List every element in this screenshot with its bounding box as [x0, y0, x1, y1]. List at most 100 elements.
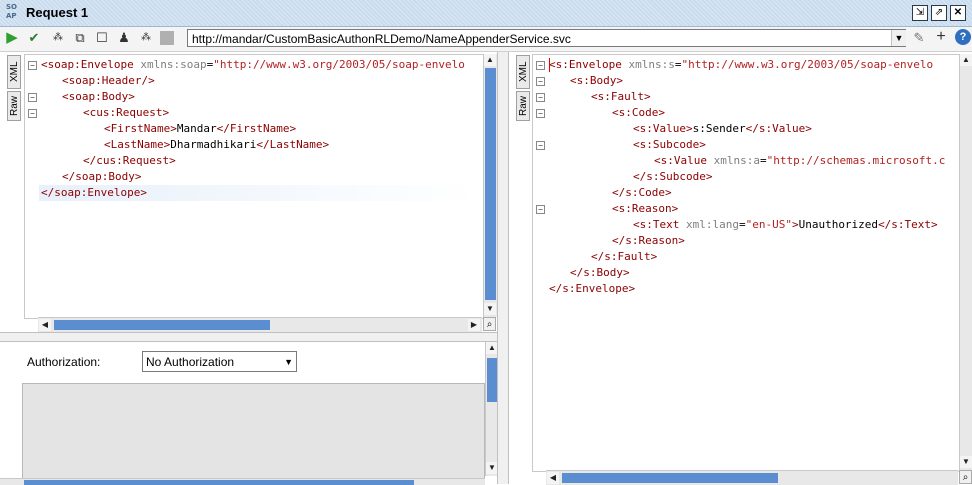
run-icon[interactable]: ▶ — [4, 30, 20, 46]
auth-hscroll-thumb[interactable] — [24, 480, 414, 485]
scroll-up-icon[interactable]: ▲ — [960, 54, 972, 66]
stop-icon[interactable]: ☐ — [94, 30, 110, 46]
scroll-down-icon[interactable]: ▼ — [960, 456, 972, 468]
xml-line: </s:Envelope> — [549, 281, 635, 297]
authorization-panel — [22, 383, 485, 480]
tab-response-xml[interactable]: XML — [516, 55, 530, 89]
square-icon[interactable] — [160, 31, 174, 45]
xml-line: <s:Subcode> — [633, 137, 706, 153]
scroll-left-icon[interactable]: ◀ — [547, 472, 559, 484]
xml-line: <soap:Envelope xmlns:soap="http://www.w3… — [41, 57, 465, 73]
window-title: Request 1 — [26, 5, 89, 20]
xml-token: </s:Reason> — [612, 234, 685, 247]
xml-line: <s:Body> — [570, 73, 623, 89]
url-dropdown-icon[interactable]: ▼ — [891, 30, 906, 46]
xml-token: <LastName> — [104, 138, 171, 151]
xml-line: <s:Fault> — [591, 89, 651, 105]
xml-line: </s:Reason> — [612, 233, 685, 249]
xml-line: </s:Fault> — [591, 249, 657, 265]
authorization-select[interactable]: No Authorization ▼ — [142, 351, 297, 372]
fold-toggle-icon[interactable]: − — [28, 109, 37, 118]
response-vscrollbar[interactable]: ▲ ▼ — [959, 54, 972, 470]
xml-token: <s:Envelope — [549, 58, 629, 71]
vertical-splitter[interactable] — [497, 52, 509, 484]
cancel-icon[interactable]: ⁂ — [50, 30, 66, 46]
edit-endpoint-icon[interactable]: ✎ — [911, 30, 927, 46]
xml-token: </s:Envelope> — [549, 282, 636, 295]
xml-token: <FirstName> — [104, 122, 177, 135]
restore-icon[interactable]: ⇗ — [931, 5, 947, 21]
xml-token: Mandar — [176, 122, 217, 135]
user-icon[interactable]: ♟ — [116, 30, 132, 46]
xml-line: <soap:Header/> — [62, 73, 155, 89]
xml-token: </soap:Body> — [62, 170, 142, 183]
tab-request-raw[interactable]: Raw — [7, 91, 21, 121]
close-icon[interactable]: ✕ — [950, 5, 966, 21]
horizontal-splitter[interactable] — [0, 332, 497, 342]
auth-icon[interactable]: ⁂ — [138, 30, 154, 46]
fold-toggle-icon[interactable]: − — [28, 61, 37, 70]
xml-line: <LastName>Dharmadhikari</LastName> — [104, 137, 329, 153]
xml-line: <s:Value>s:Sender</s:Value> — [633, 121, 812, 137]
request-vscrollbar[interactable]: ▲ ▼ — [483, 54, 497, 317]
xml-token: <s:Fault> — [591, 90, 651, 103]
xml-token: </s:Text> — [878, 218, 938, 231]
xml-token: </LastName> — [256, 138, 330, 151]
response-hscroll-thumb[interactable] — [562, 473, 778, 483]
fold-toggle-icon[interactable]: − — [536, 77, 545, 86]
fold-toggle-icon[interactable]: − — [536, 205, 545, 214]
fold-toggle-icon[interactable]: − — [536, 61, 545, 70]
xml-token: <s:Body> — [570, 74, 623, 87]
xml-line: <soap:Body> — [62, 89, 135, 105]
endpoint-url-field[interactable]: http://mandar/CustomBasicAuthonRLDemo/Na… — [187, 29, 906, 47]
xml-line: <cus:Request> — [83, 105, 169, 121]
xml-token: "http://schemas.microsoft.c — [766, 154, 946, 167]
response-hscrollbar[interactable]: ◀ — [546, 470, 958, 485]
xml-token: </s:Value> — [745, 122, 812, 135]
request-vscroll-thumb[interactable] — [485, 68, 496, 300]
xml-token: Dharmadhikari — [170, 138, 257, 151]
scroll-down-icon[interactable]: ▼ — [484, 303, 496, 315]
fold-toggle-icon[interactable]: − — [536, 109, 545, 118]
submit-check-icon[interactable]: ✔ — [26, 30, 42, 46]
xml-line: <s:Reason> — [612, 201, 678, 217]
tab-request-xml[interactable]: XML — [7, 55, 21, 89]
xml-line: <s:Code> — [612, 105, 665, 121]
xml-token: <soap:Body> — [62, 90, 135, 103]
xml-line: </soap:Body> — [62, 169, 141, 185]
xml-token: <s:Code> — [612, 106, 665, 119]
scroll-left-icon[interactable]: ◀ — [39, 319, 51, 331]
request-xml-editor[interactable]: − <soap:Envelope xmlns:soap="http://www.w… — [24, 54, 484, 319]
xml-token: </cus:Request> — [83, 154, 176, 167]
xml-token: = — [738, 218, 746, 231]
minimize-icon[interactable]: ⇲ — [912, 5, 928, 21]
add-icon[interactable]: + — [933, 29, 949, 45]
fold-toggle-icon[interactable]: − — [28, 93, 37, 102]
request-hscrollbar[interactable]: ◀ ▶ — [38, 317, 482, 332]
help-icon[interactable]: ? — [955, 29, 971, 45]
zoom-icon[interactable]: ⌕ — [483, 317, 496, 331]
response-xml-editor[interactable]: − <s:Envelope xmlns:s="http://www.w3.org/… — [532, 54, 960, 472]
xml-token: <cus:Request> — [83, 106, 170, 119]
xml-token: xmlns:a — [713, 154, 760, 167]
request-hscroll-thumb[interactable] — [54, 320, 270, 330]
authorization-selected: No Authorization — [146, 355, 235, 369]
xml-token: s:Sender — [692, 122, 746, 135]
fold-toggle-icon[interactable]: − — [536, 141, 545, 150]
xml-line: <s:Text xml:lang="en-US">Unauthorized</s… — [633, 217, 938, 233]
scroll-right-icon[interactable]: ▶ — [468, 319, 480, 331]
xml-token: "http://www.w3.org/2003/05/soap-envelo — [213, 58, 465, 71]
xml-token: <s:Subcode> — [633, 138, 706, 151]
xml-token: </s:Body> — [570, 266, 630, 279]
xml-line: <s:Envelope xmlns:s="http://www.w3.org/2… — [549, 57, 933, 73]
xml-line: <FirstName>Mandar</FirstName> — [104, 121, 296, 137]
tab-response-raw[interactable]: Raw — [516, 91, 530, 121]
auth-vscroll-thumb[interactable] — [487, 358, 497, 402]
fold-toggle-icon[interactable]: − — [536, 93, 545, 102]
zoom-icon[interactable]: ⌕ — [959, 470, 972, 484]
xml-token: Unauthorized — [798, 218, 879, 231]
xml-line: </soap:Envelope> — [41, 185, 147, 201]
fullscreen-icon[interactable]: ⧉ — [72, 30, 88, 46]
scroll-up-icon[interactable]: ▲ — [484, 54, 496, 66]
xml-token: <s:Value — [654, 154, 714, 167]
